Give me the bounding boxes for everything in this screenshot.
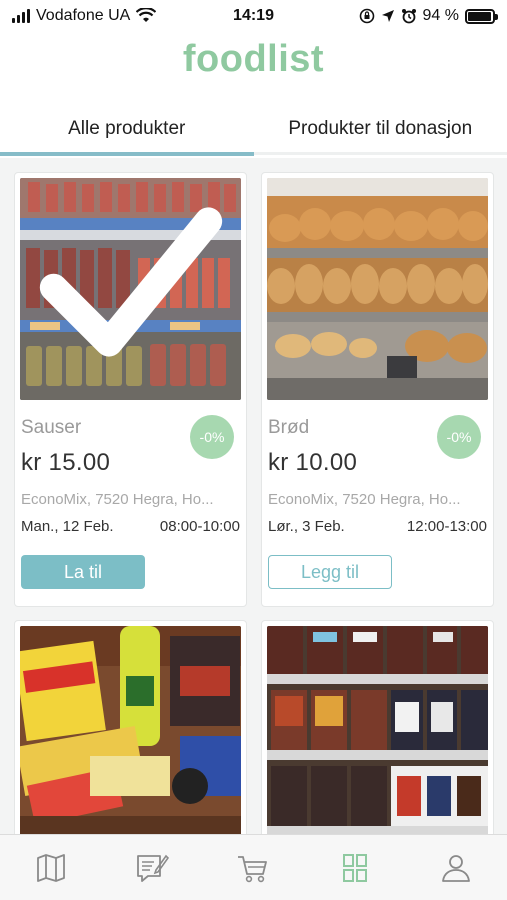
edit-note-icon bbox=[137, 854, 170, 882]
product-card[interactable]: Brød -0% kr 10.00 EconoMix, 7520 Hegra, … bbox=[261, 172, 494, 607]
map-icon bbox=[36, 853, 65, 882]
grid-icon bbox=[342, 853, 367, 882]
product-name: Sauser bbox=[21, 417, 82, 438]
cart-icon bbox=[238, 855, 268, 882]
battery-icon bbox=[465, 8, 498, 24]
product-card[interactable] bbox=[14, 620, 247, 834]
discount-badge: -0% bbox=[190, 415, 234, 459]
product-name: Brød bbox=[268, 417, 310, 438]
wifi-icon bbox=[136, 8, 157, 22]
alarm-icon bbox=[401, 9, 416, 24]
add-button[interactable]: Legg til bbox=[268, 555, 392, 589]
checkmark-icon bbox=[39, 207, 222, 357]
tabbar-map[interactable] bbox=[21, 843, 81, 893]
signal-icon bbox=[12, 9, 30, 23]
status-left: Vodafone UA bbox=[12, 7, 157, 25]
discount-badge: -0% bbox=[437, 415, 481, 459]
app-logo: foodlist bbox=[182, 38, 325, 80]
status-bar: Vodafone UA 14:19 94 % bbox=[0, 0, 507, 32]
pickup-time: 12:00-13:00 bbox=[406, 518, 487, 535]
tabbar-notes[interactable] bbox=[122, 843, 182, 893]
product-grid: Sauser -0% kr 15.00 EconoMix, 7520 Hegra… bbox=[0, 158, 507, 834]
screen-lock-icon bbox=[359, 8, 374, 24]
product-price: kr 10.00 bbox=[268, 449, 358, 476]
product-price: kr 15.00 bbox=[21, 449, 111, 476]
active-tab-indicator bbox=[0, 152, 254, 156]
carrier-name: Vodafone UA bbox=[36, 7, 131, 24]
product-address: EconoMix, 7520 Hegra, Ho... bbox=[21, 491, 214, 508]
product-image-chocolate[interactable] bbox=[267, 626, 488, 834]
bottom-tab-bar bbox=[0, 834, 507, 900]
user-icon bbox=[442, 854, 471, 882]
product-address: EconoMix, 7520 Hegra, Ho... bbox=[268, 491, 461, 508]
product-image-sauces[interactable] bbox=[20, 178, 241, 400]
segment-tabs: Alle produkter Produkter til donasjon bbox=[0, 100, 507, 158]
pickup-time: 08:00-10:00 bbox=[159, 518, 240, 535]
tabbar-profile[interactable] bbox=[426, 843, 486, 893]
added-button[interactable]: La til bbox=[21, 555, 145, 589]
product-image-snacks[interactable] bbox=[20, 626, 241, 834]
product-card[interactable] bbox=[261, 620, 494, 834]
status-right: 94 % bbox=[359, 7, 498, 25]
product-image-bread[interactable] bbox=[267, 178, 488, 400]
battery-percent: 94 % bbox=[422, 7, 459, 24]
pickup-date: Man., 12 Feb. bbox=[21, 518, 114, 535]
tab-donation-products[interactable]: Produkter til donasjon bbox=[254, 100, 507, 158]
product-card[interactable]: Sauser -0% kr 15.00 EconoMix, 7520 Hegra… bbox=[14, 172, 247, 607]
tabbar-products[interactable] bbox=[325, 843, 385, 893]
status-time: 14:19 bbox=[233, 7, 274, 24]
pickup-date: Lør., 3 Feb. bbox=[268, 518, 345, 535]
location-icon bbox=[381, 10, 394, 22]
tab-all-products[interactable]: Alle produkter bbox=[0, 100, 254, 158]
tabbar-cart[interactable] bbox=[223, 843, 283, 893]
